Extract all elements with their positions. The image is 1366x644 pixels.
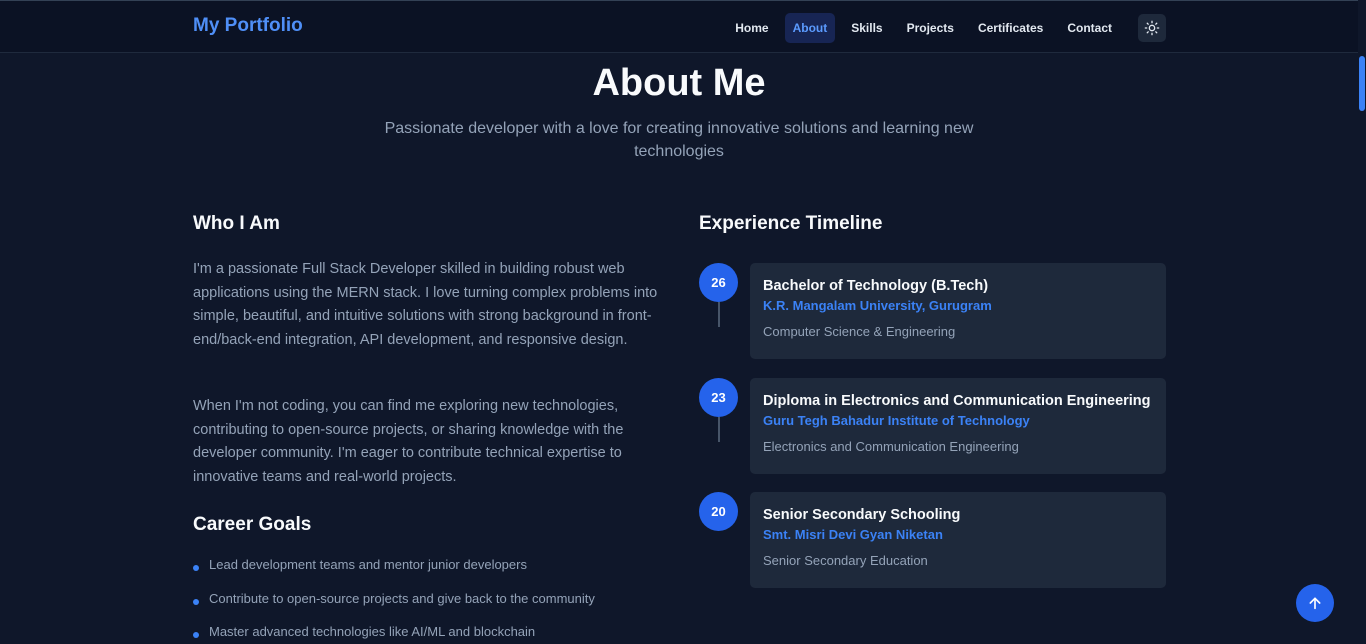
timeline-year-badge: 26 [699, 263, 738, 302]
timeline-card-title: Senior Secondary Schooling [763, 507, 961, 523]
timeline-connector [718, 302, 720, 327]
scroll-to-top-button[interactable] [1296, 584, 1334, 622]
bullet-icon [193, 598, 199, 605]
nav-home-link[interactable]: Home [727, 13, 776, 43]
goal-text: Contribute to open-source projects and g… [209, 590, 595, 606]
theme-toggle-button[interactable] [1138, 13, 1166, 42]
bullet-icon [193, 565, 199, 571]
page-subtitle: Passionate developer with a love for cre… [384, 120, 974, 160]
nav-about-link[interactable]: About [784, 12, 836, 43]
timeline-year-badge: 23 [699, 378, 738, 417]
goal-text: Master advanced technologies like AI/ML … [209, 624, 536, 639]
brand-logo[interactable]: My Portfolio [193, 15, 303, 37]
timeline-card: Diploma in Electronics and Communication… [750, 378, 1166, 474]
list-item: Contribute to open-source projects and g… [193, 591, 595, 625]
page-scrollbar[interactable] [1358, 0, 1366, 644]
nav-skills-link[interactable]: Skills [843, 13, 890, 43]
nav-contact-link[interactable]: Contact [1059, 13, 1120, 43]
main-nav: Home About Skills Projects Certificates … [727, 12, 1166, 43]
timeline-card-institution: Smt. Misri Devi Gyan Niketan [763, 527, 943, 542]
timeline-card-title: Bachelor of Technology (B.Tech) [763, 278, 989, 294]
timeline-card-institution: K.R. Mangalam University, Gurugram [763, 298, 992, 313]
timeline-card-detail: Senior Secondary Education [763, 553, 928, 568]
timeline-connector [718, 417, 720, 442]
timeline-card-detail: Computer Science & Engineering [763, 324, 956, 339]
experience-timeline-heading: Experience Timeline [699, 213, 883, 234]
timeline-year-badge: 20 [699, 492, 738, 531]
goal-text: Lead development teams and mentor junior… [209, 557, 527, 572]
list-item: Master advanced technologies like AI/ML … [193, 624, 595, 644]
scrollbar-thumb[interactable] [1359, 56, 1365, 111]
career-goals-heading: Career Goals [193, 514, 312, 535]
bullet-icon [193, 632, 199, 638]
bio-paragraph-1: I'm a passionate Full Stack Developer sk… [193, 261, 658, 348]
list-item: Lead development teams and mentor junior… [193, 557, 595, 591]
timeline-card-detail: Electronics and Communication Engineerin… [763, 439, 1019, 454]
sun-icon [1144, 20, 1160, 35]
who-i-am-section: Who I Am I'm a passionate Full Stack Dev… [193, 213, 663, 639]
nav-certificates-link[interactable]: Certificates [970, 13, 1051, 43]
page-title: About Me [592, 62, 766, 104]
who-i-am-heading: Who I Am [193, 213, 280, 234]
arrow-up-icon [1309, 597, 1321, 610]
navbar: My Portfolio Home About Skills Projects … [0, 0, 1358, 53]
timeline-card-title: Diploma in Electronics and Communication… [763, 393, 1151, 409]
nav-projects-link[interactable]: Projects [899, 13, 962, 43]
timeline-card: Bachelor of Technology (B.Tech) K.R. Man… [750, 263, 1166, 359]
timeline-card: Senior Secondary Schooling Smt. Misri De… [750, 492, 1166, 588]
timeline-card-institution: Guru Tegh Bahadur Institute of Technolog… [763, 413, 1030, 428]
bio-paragraph-2: When I'm not coding, you can find me exp… [193, 398, 624, 485]
career-goals-list: Lead development teams and mentor junior… [193, 557, 595, 644]
